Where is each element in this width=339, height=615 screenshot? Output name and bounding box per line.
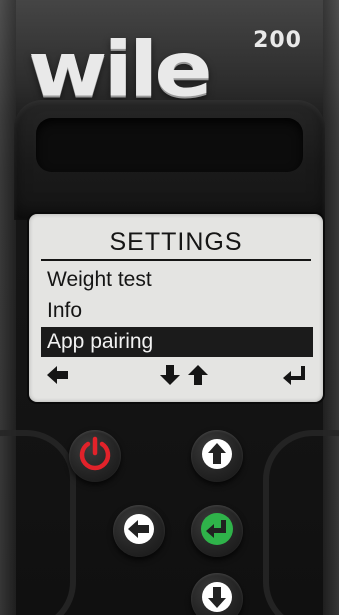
device-body: wile 200 SETTINGS Weight test Info App p…	[0, 0, 339, 615]
enter-button[interactable]	[191, 505, 243, 557]
menu-item-info[interactable]: Info	[41, 296, 313, 326]
softkey-bar	[41, 363, 313, 387]
arrow-up-icon	[200, 437, 234, 476]
lcd-screen: SETTINGS Weight test Info App pairing	[29, 214, 323, 402]
arrow-down-icon	[157, 363, 183, 387]
enter-icon	[199, 511, 235, 552]
arrow-left-icon	[122, 512, 156, 551]
arrow-up-icon	[185, 363, 211, 387]
bezel-slot	[36, 118, 303, 172]
brand-logo: wile 200	[28, 18, 318, 108]
title-divider	[41, 259, 311, 261]
down-button[interactable]	[191, 573, 243, 615]
menu-item-app-pairing[interactable]: App pairing	[41, 327, 313, 357]
power-icon	[75, 434, 115, 479]
back-button[interactable]	[113, 505, 165, 557]
brand-name: wile	[28, 26, 213, 115]
enter-icon	[281, 363, 307, 387]
arrow-down-icon	[200, 580, 234, 615]
menu-item-weight-test[interactable]: Weight test	[41, 265, 313, 295]
panel-contour-right	[263, 430, 339, 615]
screen-title: SETTINGS	[109, 228, 243, 256]
panel-contour-left	[0, 430, 76, 615]
up-button[interactable]	[191, 430, 243, 482]
power-button[interactable]	[69, 430, 121, 482]
arrow-left-icon	[45, 363, 71, 387]
model-number: 200	[253, 28, 302, 53]
